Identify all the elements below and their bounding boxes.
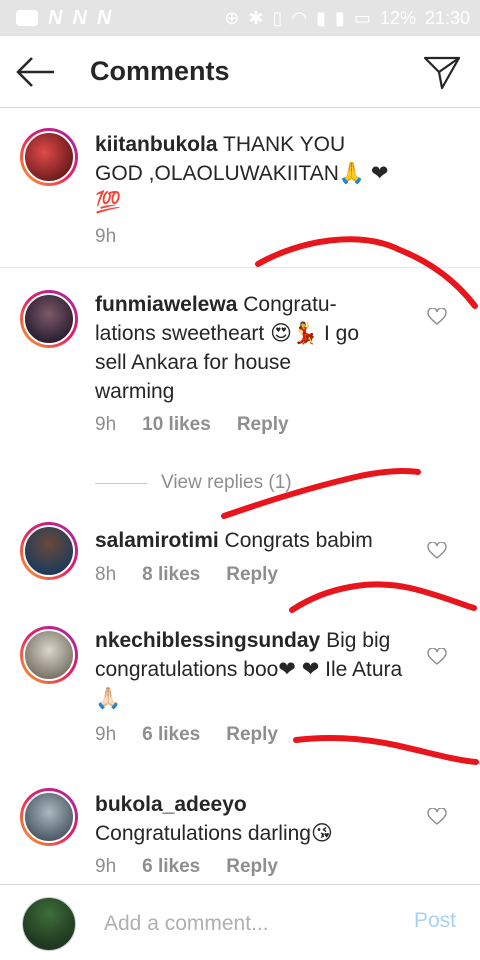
comment-text: funmiawelewa Congratu-lations sweetheart… bbox=[95, 290, 375, 406]
heart-icon[interactable] bbox=[427, 308, 447, 326]
wifi-icon: ◠ bbox=[291, 7, 308, 28]
likes-count[interactable]: 6 likes bbox=[142, 724, 200, 746]
avatar[interactable] bbox=[20, 626, 78, 684]
signal-icon: ▮ bbox=[335, 7, 345, 28]
heart-icon[interactable] bbox=[427, 648, 447, 666]
current-user-avatar bbox=[22, 897, 76, 951]
likes-count[interactable]: 6 likes bbox=[142, 856, 200, 878]
arrow-left-icon bbox=[16, 57, 54, 87]
comment-time: 9h bbox=[95, 856, 117, 877]
comment-username[interactable]: nkechiblessingsunday bbox=[95, 629, 320, 652]
avatar[interactable] bbox=[20, 788, 78, 846]
share-button[interactable] bbox=[422, 52, 462, 92]
likes-count[interactable]: 10 likes bbox=[142, 414, 211, 436]
comment-username[interactable]: kiitanbukola bbox=[95, 133, 218, 156]
divider bbox=[95, 482, 147, 484]
n-notification-icon: N bbox=[96, 6, 112, 29]
reply-button[interactable]: Reply bbox=[226, 564, 278, 586]
battery-icon: ▭ bbox=[353, 7, 371, 28]
view-replies-label: View replies (1) bbox=[161, 472, 292, 493]
comment-text: bukola_adeeyo Congratulations darling😘 bbox=[95, 790, 415, 848]
comment-time: 9h bbox=[95, 414, 117, 435]
comment-text: nkechiblessingsunday Big big congratulat… bbox=[95, 626, 415, 713]
comment-text: salamirotimi Congrats babim bbox=[95, 526, 415, 555]
comment-item: funmiawelewa Congratu-lations sweetheart… bbox=[0, 278, 480, 458]
comment-meta: 9h 10 likes Reply bbox=[95, 414, 289, 436]
comment-composer: Post bbox=[0, 884, 480, 960]
vibrate-icon: ▯ bbox=[272, 7, 283, 28]
caption-comment: kiitanbukola THANK YOU GOD ,OLAOLUWAKIIT… bbox=[0, 108, 480, 268]
comment-meta: 9h bbox=[95, 226, 116, 248]
system-icons: ⊕ ✱ ▯ ◠ ▮ ▮ ▭ 12% 21:30 bbox=[224, 0, 470, 36]
comment-username[interactable]: salamirotimi bbox=[95, 529, 219, 552]
status-bar: N N N ⊕ ✱ ▯ ◠ ▮ ▮ ▭ 12% 21:30 bbox=[0, 0, 480, 36]
notification-icons: N N N bbox=[16, 0, 111, 36]
reply-button[interactable]: Reply bbox=[226, 724, 278, 746]
back-button[interactable] bbox=[14, 52, 58, 92]
comment-input[interactable] bbox=[104, 907, 384, 941]
comment-item: salamirotimi Congrats babim 8h 8 likes R… bbox=[0, 518, 480, 606]
view-replies-button[interactable]: View replies (1) bbox=[95, 468, 292, 498]
comment-item: bukola_adeeyo Congratulations darling😘 9… bbox=[0, 782, 480, 884]
n-notification-icon: N bbox=[48, 6, 63, 29]
clock: 21:30 bbox=[424, 7, 470, 28]
comment-meta: 9h 6 likes Reply bbox=[95, 724, 278, 746]
comment-item: nkechiblessingsunday Big big congratulat… bbox=[0, 622, 480, 772]
reply-button[interactable]: Reply bbox=[226, 856, 278, 878]
battery-percent: 12% bbox=[379, 7, 416, 28]
likes-count[interactable]: 8 likes bbox=[142, 564, 200, 586]
avatar[interactable] bbox=[20, 290, 78, 348]
n-notification-icon: N bbox=[72, 6, 87, 29]
sync-icon: ⊕ bbox=[224, 7, 240, 28]
page-title: Comments bbox=[90, 56, 230, 86]
comments-list[interactable]: kiitanbukola THANK YOU GOD ,OLAOLUWAKIIT… bbox=[0, 108, 480, 884]
comment-username[interactable]: bukola_adeeyo bbox=[95, 793, 247, 816]
header: Comments bbox=[0, 36, 480, 108]
comment-time: 9h bbox=[95, 226, 117, 247]
heart-icon[interactable] bbox=[427, 808, 447, 826]
bluetooth-icon: ✱ bbox=[248, 7, 264, 28]
comment-content: Congrats babim bbox=[218, 529, 373, 552]
paper-plane-icon bbox=[423, 56, 461, 90]
app-notification-icon bbox=[16, 10, 38, 26]
heart-icon[interactable] bbox=[427, 542, 447, 560]
comment-time: 8h bbox=[95, 564, 117, 585]
comment-username[interactable]: funmiawelewa bbox=[95, 293, 237, 316]
comment-meta: 9h 6 likes Reply bbox=[95, 856, 278, 878]
avatar[interactable] bbox=[20, 522, 78, 580]
comment-meta: 8h 8 likes Reply bbox=[95, 564, 278, 586]
comment-time: 9h bbox=[95, 724, 117, 745]
post-button[interactable]: Post bbox=[414, 909, 456, 933]
avatar[interactable] bbox=[20, 128, 78, 186]
comment-content: Congratulations darling😘 bbox=[95, 822, 333, 845]
comment-text: kiitanbukola THANK YOU GOD ,OLAOLUWAKIIT… bbox=[95, 130, 395, 217]
reply-button[interactable]: Reply bbox=[237, 414, 289, 436]
signal-icon: ▮ bbox=[316, 7, 326, 28]
